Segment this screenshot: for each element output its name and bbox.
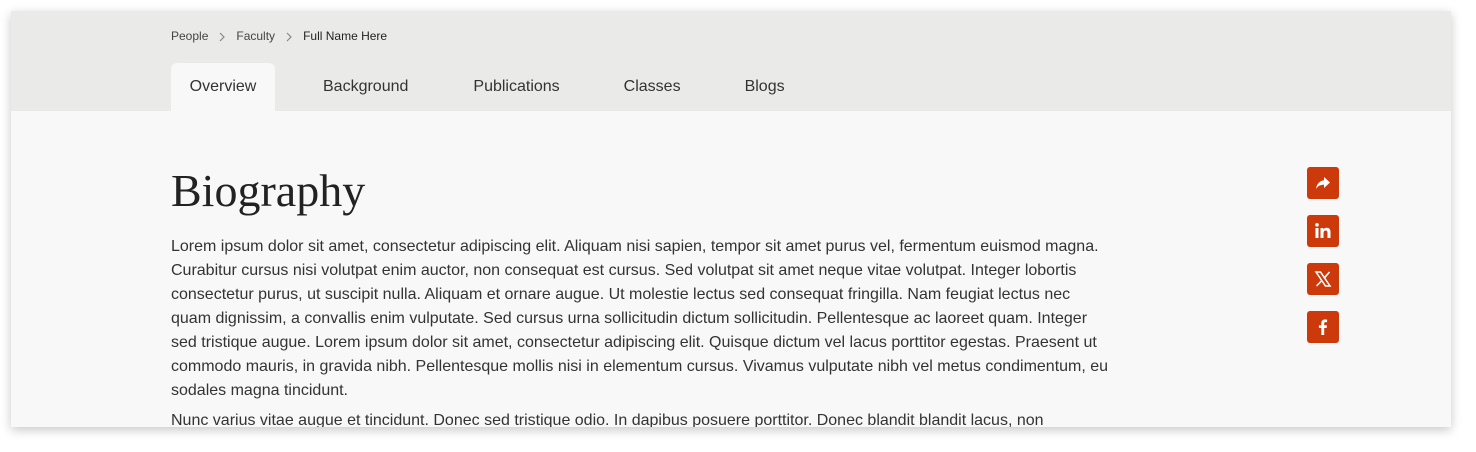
tab-overview[interactable]: Overview xyxy=(171,63,275,111)
x-share-button[interactable] xyxy=(1307,263,1339,295)
chevron-right-icon xyxy=(208,29,236,43)
biography-section: Biography Lorem ipsum dolor sit amet, co… xyxy=(171,163,1111,427)
breadcrumb: People Faculty Full Name Here xyxy=(171,29,387,43)
share-toolbar xyxy=(1307,167,1339,359)
tab-classes[interactable]: Classes xyxy=(608,63,697,111)
tab-blogs[interactable]: Blogs xyxy=(729,63,801,111)
breadcrumb-faculty-link[interactable]: Faculty xyxy=(236,29,275,43)
share-icon xyxy=(1316,177,1330,189)
facebook-icon xyxy=(1318,319,1328,335)
page-frame: People Faculty Full Name Here Overview B… xyxy=(11,11,1451,427)
breadcrumb-current: Full Name Here xyxy=(303,29,388,43)
breadcrumb-people-link[interactable]: People xyxy=(171,29,208,43)
biography-paragraph: Nunc varius vitae augue et tincidunt. Do… xyxy=(171,412,1044,427)
x-icon xyxy=(1314,271,1332,287)
tab-background[interactable]: Background xyxy=(307,63,424,111)
biography-paragraph: Lorem ipsum dolor sit amet, consectetur … xyxy=(171,238,1109,399)
tab-publications[interactable]: Publications xyxy=(457,63,575,111)
linkedin-icon xyxy=(1315,223,1331,238)
profile-tabs: Overview Background Publications Classes… xyxy=(171,63,833,111)
linkedin-share-button[interactable] xyxy=(1307,215,1339,247)
chevron-right-icon xyxy=(275,29,303,43)
facebook-share-button[interactable] xyxy=(1307,311,1339,343)
profile-header: People Faculty Full Name Here Overview B… xyxy=(11,11,1451,111)
page-title: Biography xyxy=(171,165,366,216)
share-button[interactable] xyxy=(1307,167,1339,199)
